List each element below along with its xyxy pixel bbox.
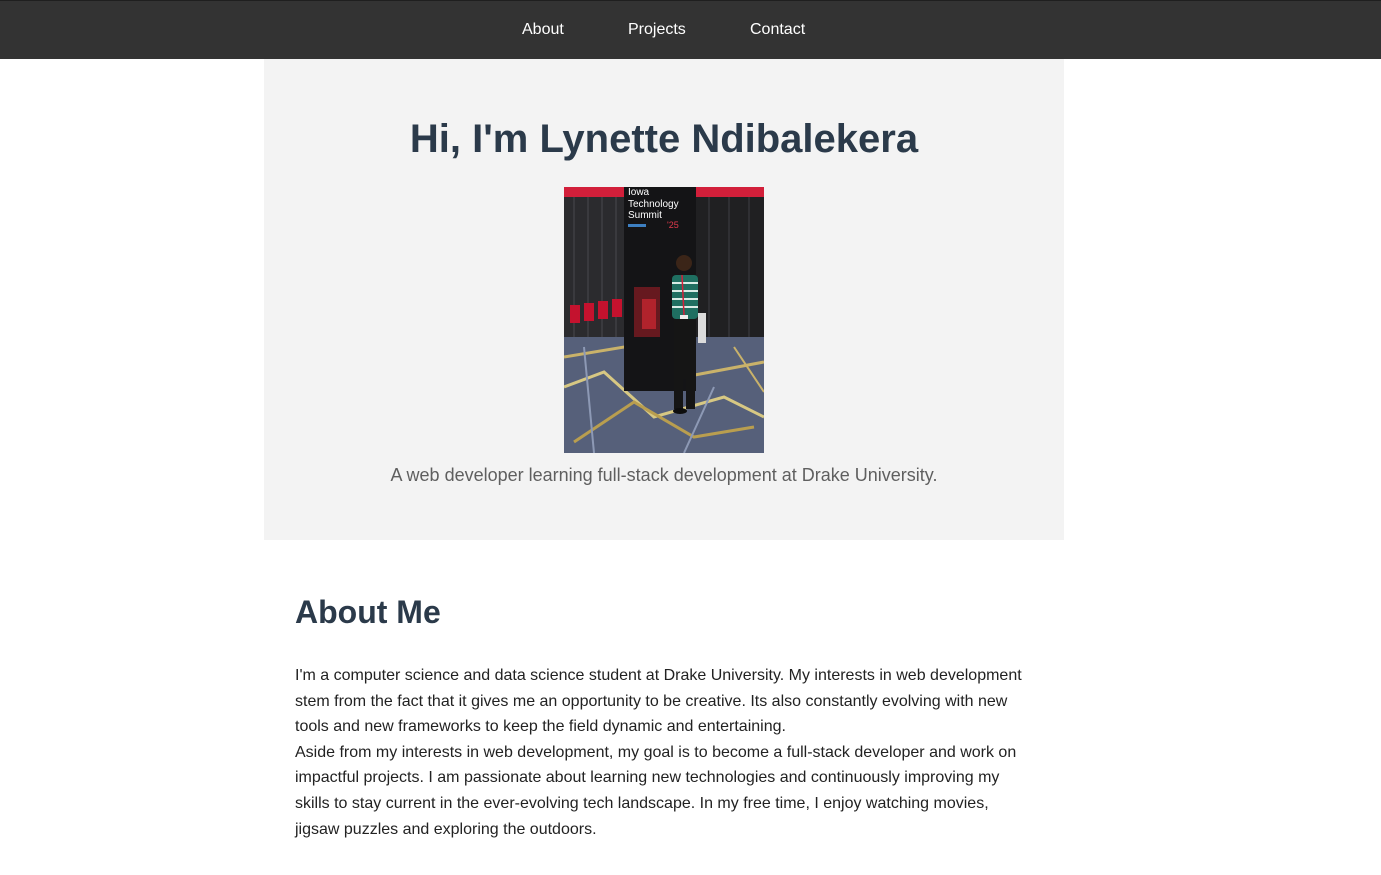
top-navbar: About Projects Contact [0,0,1381,59]
photo-sign-line1: Iowa [628,187,650,198]
about-paragraph-1: I'm a computer science and data science … [295,667,1022,736]
nav-link-about[interactable]: About [522,20,564,40]
about-heading: About Me [295,594,441,630]
hero-title: Hi, I'm Lynette Ndibalekera [409,117,919,161]
hero-section: Hi, I'm Lynette Ndibalekera Iowa Technol… [264,59,1064,540]
hero-tagline: A web developer learning full-stack deve… [390,465,938,485]
about-text: I'm a computer science and data science … [295,663,1035,842]
nav-link-projects[interactable]: Projects [628,20,686,40]
about-paragraph-2: Aside from my interests in web developme… [295,743,1017,838]
photo-sign-year: '25 [667,220,679,230]
photo-sign-line3: Summit [628,210,662,221]
nav-link-contact[interactable]: Contact [750,20,805,40]
profile-photo: Iowa Technology Summit '25 [564,187,764,453]
photo-sign-line2: Technology [628,199,679,210]
